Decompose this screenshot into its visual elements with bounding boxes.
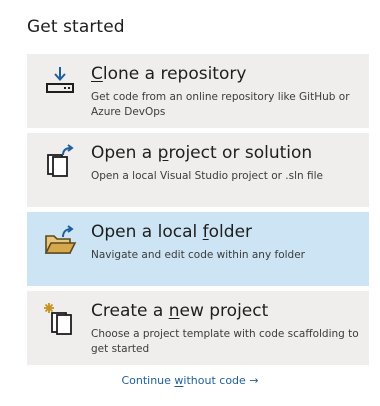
continue-without-code-link[interactable]: Continue without code → — [0, 374, 380, 387]
open-folder-button[interactable]: Open a local folder Navigate and edit co… — [27, 212, 369, 286]
card-description: Navigate and edit code within any folder — [91, 249, 305, 261]
open-folder-icon — [42, 222, 78, 258]
card-description: Get code from an online repository like … — [91, 91, 350, 118]
arrow-right-icon: → — [249, 374, 259, 387]
page-title: Get started — [27, 17, 125, 37]
start-window: Get started Clone a repository Get code … — [0, 0, 380, 406]
new-project-icon — [42, 301, 78, 337]
card-description: Choose a project template with code scaf… — [91, 328, 359, 355]
card-title: Clone a repository — [91, 64, 247, 84]
clone-repository-icon — [42, 64, 78, 100]
card-title: Open a project or solution — [91, 143, 313, 163]
clone-repository-button[interactable]: Clone a repository Get code from an onli… — [27, 54, 369, 128]
card-description: Open a local Visual Studio project or .s… — [91, 170, 323, 182]
open-project-button[interactable]: Open a project or solution Open a local … — [27, 133, 369, 207]
create-new-project-button[interactable]: Create a new project Choose a project te… — [27, 291, 369, 365]
card-title: Create a new project — [91, 301, 269, 321]
open-project-icon — [42, 143, 78, 179]
card-title: Open a local folder — [91, 222, 253, 242]
